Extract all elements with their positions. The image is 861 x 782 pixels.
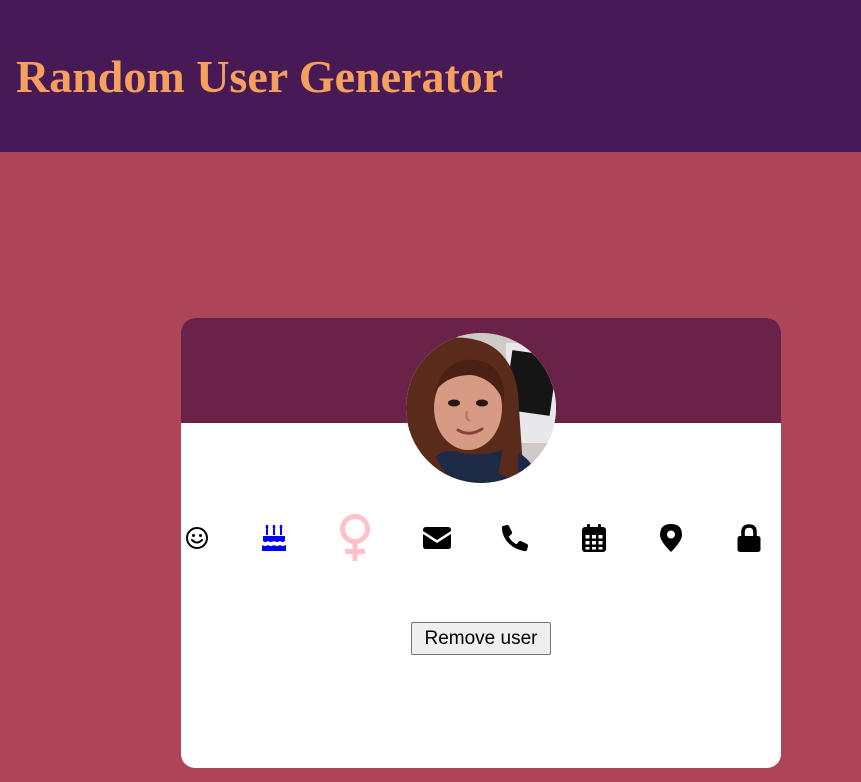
calendar-icon[interactable] xyxy=(574,508,614,568)
phone-icon[interactable] xyxy=(495,508,535,568)
page-title: Random User Generator xyxy=(16,51,504,102)
remove-user-button[interactable]: Remove user xyxy=(411,622,551,655)
lock-icon[interactable] xyxy=(729,508,769,568)
map-marker-icon[interactable] xyxy=(651,508,691,568)
avatar-photo xyxy=(406,333,556,483)
envelope-icon[interactable] xyxy=(417,508,457,568)
page-header: Random User Generator xyxy=(0,0,861,152)
birthday-cake-icon[interactable] xyxy=(254,508,294,568)
avatar xyxy=(406,333,556,483)
female-icon[interactable] xyxy=(335,508,375,568)
smile-icon[interactable] xyxy=(181,508,217,568)
user-info-icons xyxy=(181,508,781,568)
user-card: Remove user xyxy=(181,318,781,768)
